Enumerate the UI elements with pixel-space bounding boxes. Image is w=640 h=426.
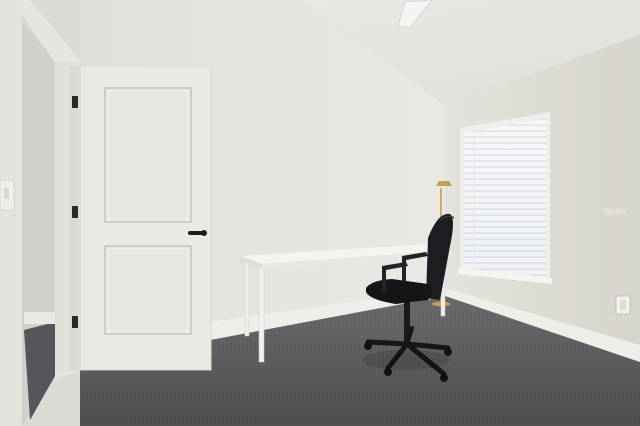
desk-leg-back-left bbox=[244, 261, 250, 337]
hallway-baseboard bbox=[24, 312, 55, 324]
watermark-text: Stellar bbox=[604, 207, 627, 216]
door-upper-panel bbox=[104, 87, 192, 223]
room-illustration bbox=[0, 0, 640, 426]
light-switch-icon bbox=[0, 179, 15, 211]
room-photo: Stellar bbox=[0, 0, 640, 426]
window bbox=[458, 112, 552, 284]
hinge-bottom bbox=[72, 316, 78, 328]
outlet-icon bbox=[615, 295, 631, 315]
hinge-top bbox=[72, 96, 78, 108]
desk-leg-front-left bbox=[258, 267, 265, 363]
door-lower-panel bbox=[104, 245, 192, 335]
door[interactable] bbox=[79, 65, 212, 371]
hinge-mid bbox=[72, 206, 78, 218]
